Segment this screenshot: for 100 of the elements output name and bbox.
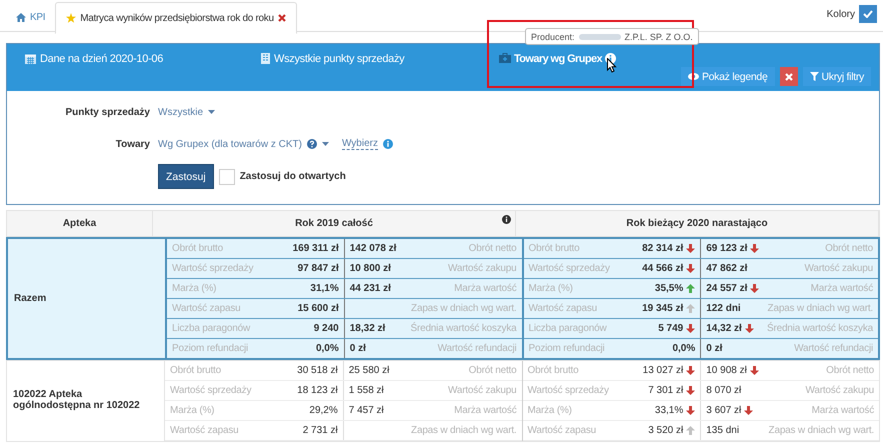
apply-open-checkbox[interactable]	[218, 168, 235, 184]
column-header: Apteka	[7, 211, 153, 236]
metric-label: Wartość zakupu	[448, 385, 516, 396]
info-icon[interactable]	[502, 215, 511, 224]
metric-label: Średnia wartość koszyka	[410, 323, 516, 334]
metric-label: Wartość sprzedaży	[170, 385, 252, 396]
metric-value: 82 314 zł	[642, 243, 684, 254]
metric-label: Obrót brutto	[528, 365, 578, 376]
header-text: Wszystkie punkty sprzedaży	[274, 53, 404, 65]
metric-label: Marża wartość	[812, 405, 874, 416]
metric-label: Zapas w dniach wg wart.	[411, 303, 516, 314]
metric-label: Marża (%)	[528, 405, 572, 416]
metric-label: Wartość sprzedaży	[172, 263, 254, 274]
metric-value: 7 457 zł	[348, 405, 384, 416]
metric-label: Obrót netto	[825, 243, 873, 254]
metric-label: Zapas w dniach wg wart.	[411, 425, 516, 436]
tab[interactable]: Matryca wyników przedsiębiorstwa rok do roku	[55, 2, 297, 34]
metric-label: Liczba paragonów	[172, 323, 250, 334]
metric-label: Obrót netto	[468, 365, 516, 376]
show-legend-button[interactable]: Pokaż legendę	[680, 67, 775, 86]
column-header: Rok bieżący 2020 narastająco	[516, 211, 879, 236]
metric-value: 69 123 zł	[706, 243, 748, 254]
checkbox-label: Zastosuj do otwartych	[240, 171, 346, 182]
metric-label: Marża wartość	[454, 405, 516, 416]
metric-label: Wartość refundacji	[438, 343, 516, 354]
metric-label: Wartość sprzedaży	[528, 385, 609, 396]
home-icon	[16, 12, 26, 22]
close-icon	[784, 72, 793, 80]
metric-label: Zapas w dniach wg wart.	[768, 425, 874, 436]
metric-label: Marża (%)	[172, 283, 216, 294]
metric-value: 14,32 zł	[706, 323, 742, 334]
metric-value: 33,1%	[654, 405, 684, 416]
hide-filters-button[interactable]: Ukryj filtry	[802, 67, 871, 86]
apply-button[interactable]: Zastosuj	[158, 164, 214, 189]
metric-value: 3 520 zł	[648, 425, 684, 436]
metric-label: Obrót brutto	[172, 243, 223, 254]
header-text: Towary wg Grupex	[514, 53, 602, 65]
choose-link[interactable]: Wybierz	[342, 138, 378, 150]
eye-icon	[688, 73, 699, 80]
metric-label: Poziom refundacji	[528, 343, 605, 354]
metric-value: 2 731 zł	[302, 425, 338, 436]
filter-label: Towary	[114, 138, 151, 150]
metric-label: Obrót brutto	[170, 365, 221, 376]
metric-value: 13 027 zł	[642, 365, 684, 376]
metric-value: 0,0%	[316, 343, 339, 354]
metric-value: 0,0%	[672, 343, 696, 354]
metric-label: Marża wartość	[810, 283, 873, 294]
metric-value: 47 862 zł	[706, 263, 748, 274]
pharmacy-name: Razem	[14, 293, 46, 304]
metric-label: Marża (%)	[528, 283, 573, 294]
metric-value: 30 518 zł	[297, 365, 338, 376]
metric-value: 1 558 zł	[348, 385, 384, 396]
metric-value: 29,2%	[309, 405, 338, 416]
star-icon	[66, 13, 76, 23]
metric-label: Obrót netto	[468, 243, 516, 254]
metric-value: 3 607 zł	[706, 405, 742, 416]
metric-label: Wartość zakupu	[805, 385, 874, 396]
metric-label: Marża wartość	[454, 283, 516, 294]
filter-label: Punkty sprzedaży	[64, 106, 151, 118]
filter-icon	[810, 72, 819, 81]
metric-value: 8 070 zł	[706, 385, 742, 396]
metric-value: 9 240	[314, 323, 339, 334]
metric-label: Wartość zakupu	[448, 263, 516, 274]
metric-label: Wartość zapasu	[528, 425, 596, 436]
metric-label: Liczba paragonów	[528, 323, 606, 334]
pharmacy-name: 102022 Apteka ogólnodostępna nr 102022	[13, 389, 141, 411]
metric-value: 18,32 zł	[350, 323, 386, 334]
metric-value: 142 078 zł	[350, 243, 396, 254]
filter-dropdown[interactable]: Wszystkie	[158, 106, 203, 118]
caret-icon[interactable]	[322, 142, 329, 146]
caret-icon[interactable]	[208, 110, 215, 114]
check-icon	[863, 10, 873, 18]
briefcase-icon	[499, 53, 511, 63]
tooltip: Producent: Z.P.L. SP. Z O.O.	[525, 28, 699, 45]
metric-value: 31,1%	[310, 283, 339, 294]
metric-value: 5 749	[658, 323, 684, 334]
metric-value: 15 600 zł	[298, 303, 339, 314]
metric-label: Marża (%)	[170, 405, 214, 416]
metric-value: 19 345 zł	[642, 303, 684, 314]
close-icon[interactable]	[278, 14, 286, 22]
metric-value: 25 580 zł	[348, 365, 390, 376]
colors-label: Kolory	[826, 8, 855, 20]
header-text: Dane na dzień 2020-10-06	[40, 53, 164, 65]
metric-value: 10 908 zł	[706, 365, 747, 376]
metric-label: Obrót brutto	[528, 243, 580, 254]
metric-value: 10 800 zł	[350, 263, 391, 274]
building-icon	[261, 53, 270, 64]
metric-label: Zapas w dniach wg wart.	[768, 303, 873, 314]
clear-filters-button[interactable]	[780, 67, 798, 86]
metric-label: Obrót netto	[826, 365, 874, 376]
help-icon[interactable]	[306, 139, 317, 149]
tab[interactable]: KPI	[6, 2, 56, 32]
colors-checkbox[interactable]	[859, 5, 877, 23]
metric-value: 35,5%	[654, 283, 684, 294]
metric-label: Średnia wartość koszyka	[766, 323, 873, 334]
filter-dropdown[interactable]: Wg Grupex (dla towarów z CKT)	[158, 138, 302, 150]
metric-value: 169 311 zł	[292, 243, 339, 254]
column-header: Rok 2019 całość	[153, 211, 516, 236]
metric-value: 7 301 zł	[648, 385, 684, 396]
metric-value: 122 dni	[706, 303, 741, 314]
